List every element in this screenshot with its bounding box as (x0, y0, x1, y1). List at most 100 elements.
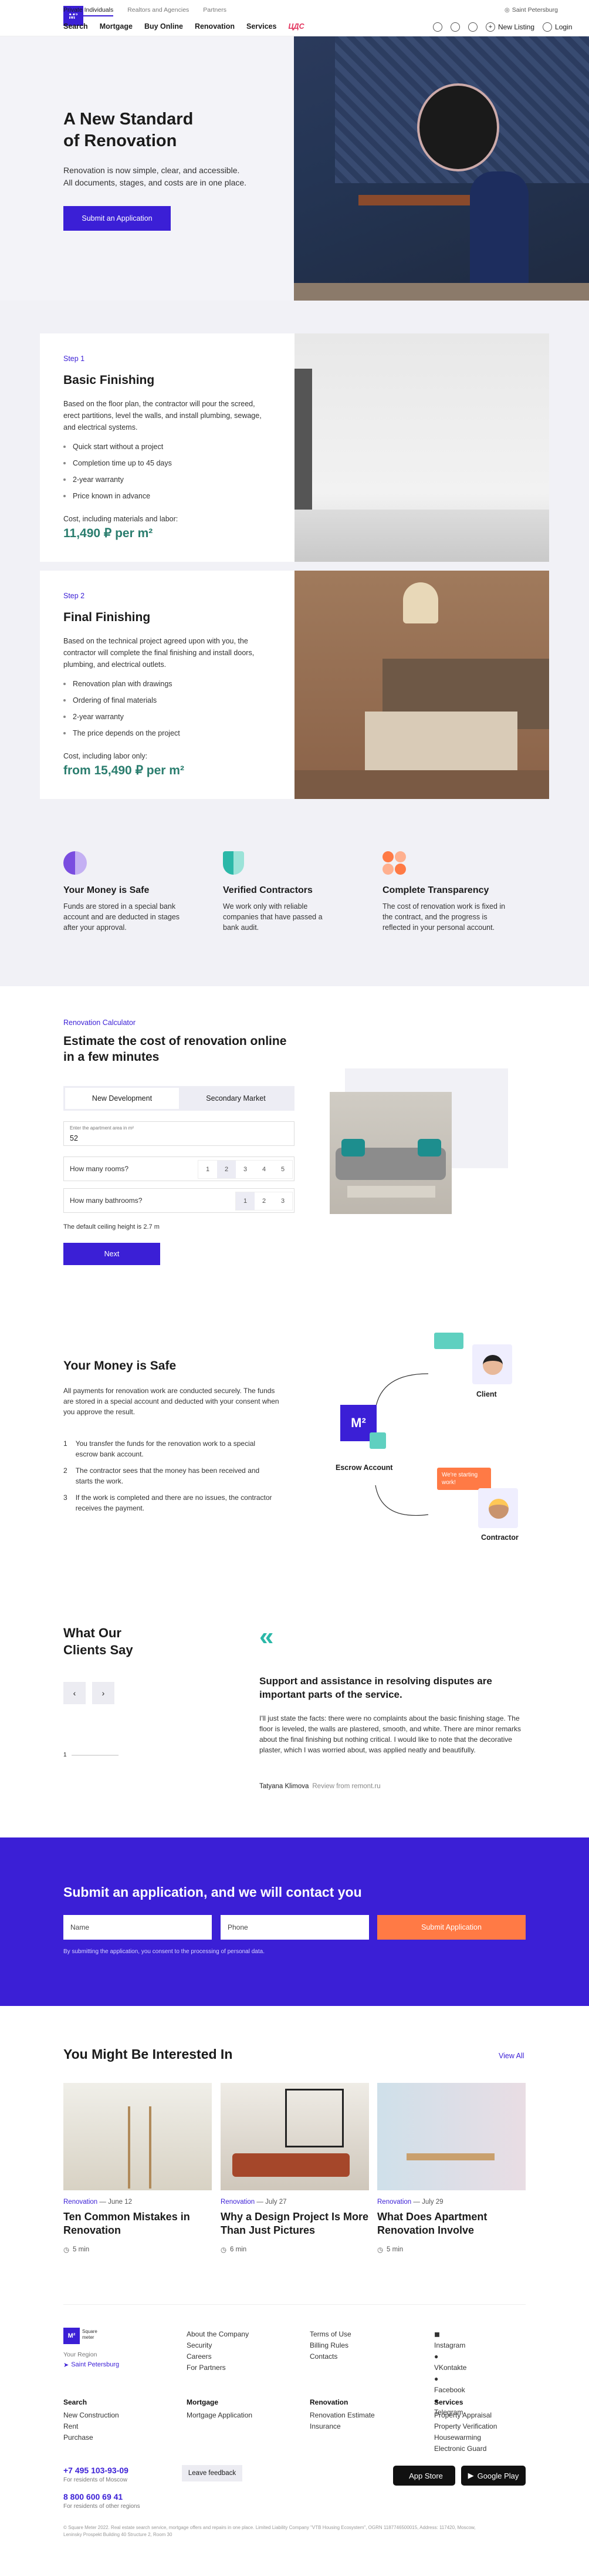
cushion (418, 1139, 441, 1156)
footer-link[interactable]: Renovation Estimate (310, 2410, 375, 2421)
calculator-next-button[interactable]: Next (63, 1243, 160, 1265)
baths-option-selected[interactable]: 1 (236, 1192, 255, 1210)
submit-application-button[interactable]: Submit Application (377, 1915, 526, 1940)
nav-renovation[interactable]: Renovation (195, 22, 235, 31)
review-source[interactable]: Review from remont.ru (312, 1783, 380, 1790)
sofa (232, 2153, 350, 2177)
footer-link[interactable]: For Partners (187, 2362, 249, 2373)
social-vkontakte[interactable]: ● VKontakte (434, 2351, 466, 2373)
money-bill-icon (434, 1333, 463, 1349)
review-prev-button[interactable]: ‹ (63, 1682, 86, 1704)
rooms-option[interactable]: 3 (236, 1161, 255, 1178)
footer-link[interactable]: Rent (63, 2421, 119, 2432)
footer-link[interactable]: About the Company (187, 2329, 249, 2340)
google-play-label: Google Play (477, 2471, 519, 2480)
article-category[interactable]: Renovation (377, 2199, 411, 2206)
nav-services[interactable]: Services (246, 22, 276, 31)
rooms-option-selected[interactable]: 2 (217, 1161, 236, 1178)
chair (470, 171, 529, 289)
plus-icon: + (486, 22, 495, 32)
tab-private-individuals[interactable]: Private Individuals (63, 6, 114, 16)
tab-realtors[interactable]: Realtors and Agencies (127, 6, 189, 16)
calculator-sofa-image (330, 1092, 452, 1214)
yac-logo[interactable]: ЦДС (288, 22, 304, 31)
tab-partners[interactable]: Partners (203, 6, 226, 16)
footer-link[interactable]: Property Appraisal (434, 2410, 497, 2421)
social-instagram[interactable]: ◼ Instagram (434, 2329, 466, 2351)
feature-3-title: Complete Transparency (382, 885, 489, 895)
footer-link[interactable]: New Construction (63, 2410, 119, 2421)
safe-step: 2 The contractor sees that the money has … (63, 1465, 275, 1486)
tab-secondary-market[interactable]: Secondary Market (179, 1088, 293, 1109)
footer-link[interactable]: Mortgage Application (187, 2410, 252, 2421)
article-category[interactable]: Renovation (63, 2199, 97, 2206)
rooms-option[interactable]: 5 (273, 1161, 292, 1178)
region-selector[interactable]: ➤ Saint Petersburg (63, 2361, 119, 2369)
compare-icon[interactable] (433, 22, 442, 32)
safe-step-text: The contractor sees that the money has b… (75, 1466, 260, 1485)
rooms-label: How many rooms? (70, 1165, 129, 1173)
google-play-button[interactable]: ▶ Google Play (461, 2466, 526, 2486)
feedback-button[interactable]: Leave feedback (182, 2465, 242, 2481)
step-card-1: Step 1 Basic Finishing Based on the floo… (40, 333, 294, 562)
legal-text: © Square Meter 2022. Real estate search … (63, 2525, 476, 2537)
window (294, 369, 312, 521)
ceiling-note: The default ceiling height is 2.7 m (63, 1223, 160, 1230)
footer-link[interactable]: Insurance (310, 2421, 375, 2432)
footer-link[interactable]: Terms of Use (310, 2329, 351, 2340)
step-card-2: Step 2 Final Finishing Based on the tech… (40, 571, 294, 799)
favorites-icon[interactable] (451, 22, 460, 32)
area-input[interactable]: Enter the apartment area in m² 52 (63, 1121, 294, 1146)
city-selector[interactable]: ◎ Saint Petersburg (505, 6, 558, 14)
article-card-3[interactable]: Renovation — July 29 What Does Apartment… (377, 2083, 526, 2254)
social-facebook[interactable]: ● Facebook (434, 2373, 466, 2396)
footer-link[interactable]: Property Verification (434, 2421, 497, 2432)
cushion (341, 1139, 365, 1156)
footer-link[interactable]: Housewarming (434, 2432, 497, 2443)
footer-link[interactable]: Contacts (310, 2351, 351, 2362)
location-pin-icon: ◎ (505, 6, 510, 14)
hero-desc-line1: Renovation is now simple, clear, and acc… (63, 166, 240, 175)
login-button[interactable]: Login (543, 22, 572, 32)
nav-mortgage[interactable]: Mortgage (100, 22, 133, 31)
footer-link[interactable]: Electronic Guard (434, 2443, 497, 2454)
phone-regions[interactable]: 8 800 600 69 41 (63, 2492, 123, 2501)
social-label: Instagram (434, 2341, 466, 2349)
contractor-face (489, 1499, 509, 1519)
footer-link[interactable]: Purchase (63, 2432, 119, 2443)
hero-submit-button[interactable]: Submit an Application (63, 206, 171, 231)
step-1-title: Basic Finishing (63, 373, 155, 387)
view-all-link[interactable]: View All (499, 2052, 524, 2060)
footer-link[interactable]: Security (187, 2340, 249, 2351)
phone-input[interactable]: Phone (221, 1915, 369, 1940)
rooms-option[interactable]: 4 (255, 1161, 273, 1178)
new-listing-button[interactable]: + New Listing (486, 22, 534, 32)
review-next-button[interactable]: › (92, 1682, 114, 1704)
clock-icon: ◷ (63, 2247, 70, 2254)
nav-search[interactable]: Search (63, 22, 88, 31)
notifications-icon[interactable] (468, 22, 478, 32)
articles-title: You Might Be Interested In (63, 2046, 233, 2062)
baths-option[interactable]: 3 (273, 1192, 292, 1210)
article-category[interactable]: Renovation (221, 2199, 255, 2206)
footer-brand: Square meter (82, 2329, 97, 2340)
review-text: I'll just state the facts: there were no… (259, 1714, 521, 1754)
app-store-button[interactable]: App Store (393, 2466, 455, 2486)
article-card-1[interactable]: Renovation — June 12 Ten Common Mistakes… (63, 2083, 212, 2254)
step-2-image (294, 571, 549, 799)
rooms-option[interactable]: 1 (198, 1161, 217, 1178)
phone-regions-note: For residents of other regions (63, 2503, 140, 2510)
footer-link[interactable]: Careers (187, 2351, 249, 2362)
nav-buy-online[interactable]: Buy Online (144, 22, 183, 31)
read-time: 6 min (230, 2246, 247, 2253)
footer-link[interactable]: Billing Rules (310, 2340, 351, 2351)
footer-logo[interactable]: M² (63, 2328, 80, 2344)
name-input[interactable]: Name (63, 1915, 212, 1940)
floor (294, 510, 549, 562)
baths-option[interactable]: 2 (255, 1192, 273, 1210)
arrow-escrow-to-contractor (375, 1485, 429, 1516)
phone-moscow[interactable]: +7 495 103-93-09 (63, 2466, 128, 2475)
tab-new-development[interactable]: New Development (65, 1088, 179, 1109)
clock-icon: ◷ (221, 2247, 227, 2254)
article-card-2[interactable]: Renovation — July 27 Why a Design Projec… (221, 2083, 369, 2254)
